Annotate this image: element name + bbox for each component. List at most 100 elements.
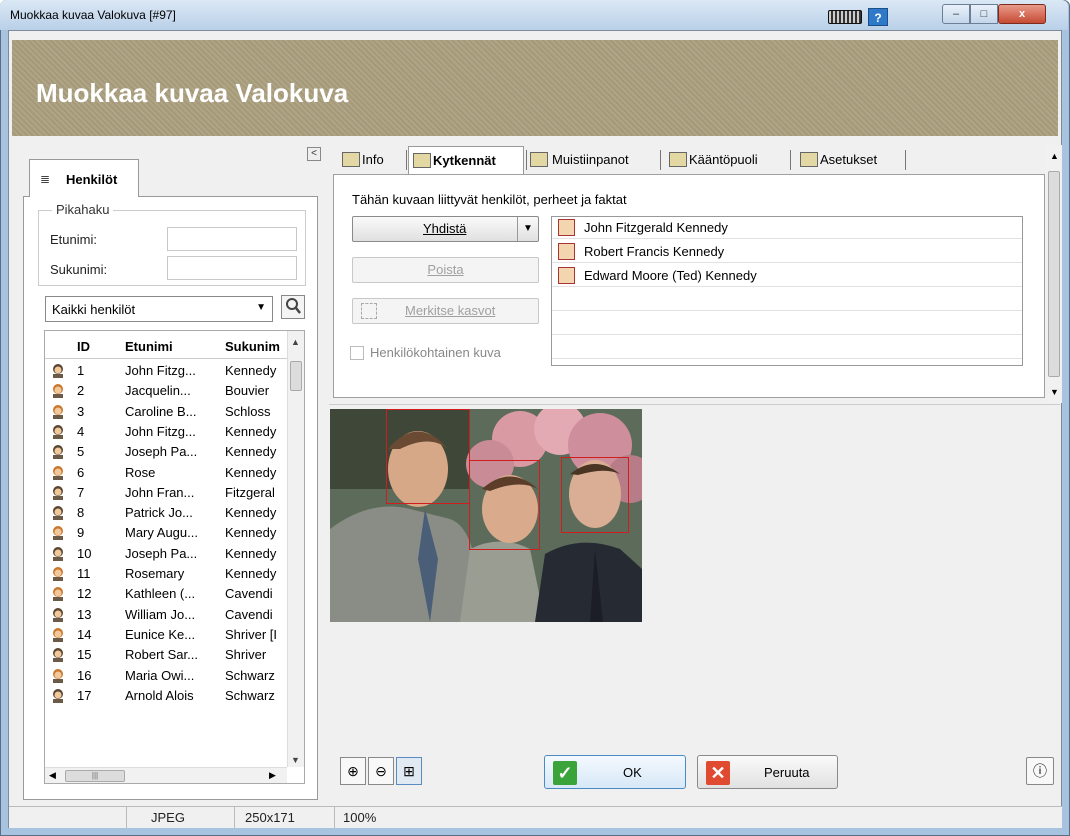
column-header-id[interactable]: ID (77, 339, 90, 354)
scrollbar-thumb[interactable] (1048, 171, 1060, 377)
tab-info[interactable]: Info (338, 146, 404, 174)
female-person-icon (51, 465, 65, 480)
personal-photo-checkbox[interactable] (350, 346, 364, 360)
persons-table-vertical-scrollbar[interactable]: ▲ ▼ (287, 331, 304, 767)
status-bar: JPEG 250x171 100% (9, 806, 1062, 829)
tab-connections[interactable]: Kytkennät (408, 146, 524, 174)
face-box[interactable] (561, 457, 629, 533)
table-cell-first-name: Mary Augu... (125, 525, 198, 541)
connect-button[interactable]: Yhdistä ▼ (352, 216, 539, 242)
scroll-left-icon[interactable]: ◀ (49, 770, 56, 781)
tab-notes[interactable]: Muistiinpanot (528, 146, 658, 174)
empty-list-row (552, 313, 1022, 335)
table-row[interactable]: 5 Joseph Pa... Kennedy (45, 442, 287, 462)
close-button[interactable]: x (998, 4, 1046, 24)
tab-body-scrollbar[interactable]: ▲ ▼ (1046, 145, 1062, 403)
status-dimensions: 250x171 (235, 807, 335, 829)
persons-table-horizontal-scrollbar[interactable]: ◀ ||| ▶ (45, 767, 287, 783)
table-cell-first-name: Eunice Ke... (125, 626, 196, 642)
info-button[interactable]: ⓘ (1026, 757, 1054, 785)
zoom-out-icon: ⊖ (375, 763, 387, 779)
tab-persons-label: Henkilöt (66, 172, 118, 187)
table-row[interactable]: 6 Rose Kennedy (45, 463, 287, 483)
table-cell-id: 5 (77, 444, 85, 460)
table-row[interactable]: 11 Rosemary Kennedy (45, 564, 287, 584)
mark-faces-button[interactable]: Merkitse kasvot (352, 298, 539, 324)
table-row[interactable]: 15 Robert Sar... Shriver (45, 645, 287, 665)
table-row[interactable]: 1 John Fitzg... Kennedy (45, 361, 287, 381)
linked-persons-list: John Fitzgerald Kennedy Robert Francis K… (551, 216, 1023, 366)
scroll-up-icon[interactable]: ▲ (291, 337, 300, 347)
face-box[interactable] (469, 460, 540, 550)
table-cell-id: 14 (77, 626, 92, 642)
table-row[interactable]: 17 Arnold Alois Schwarz (45, 686, 287, 706)
person-icon (558, 267, 575, 284)
female-person-icon (51, 586, 65, 602)
fit-to-window-button[interactable]: ⊞ (396, 757, 422, 785)
cancel-button[interactable]: ✕ Peruuta (697, 755, 838, 789)
table-cell-id: 9 (77, 525, 85, 541)
table-cell-id: 12 (77, 586, 92, 602)
linked-person-name: John Fitzgerald Kennedy (584, 220, 728, 235)
table-cell-id: 10 (77, 545, 92, 561)
table-cell-first-name: Caroline B... (125, 403, 197, 419)
table-cell-id: 7 (77, 484, 85, 500)
search-button[interactable] (281, 295, 305, 319)
tab-connections-label: Kytkennät (433, 153, 496, 168)
table-row[interactable]: 13 William Jo... Cavendi (45, 605, 287, 625)
keyboard-icon[interactable] (828, 10, 862, 24)
tab-back-side[interactable]: Kääntöpuoli (665, 146, 785, 174)
first-name-search-input[interactable] (167, 227, 297, 251)
table-cell-last-name: Fitzgeral (225, 484, 275, 500)
ok-button[interactable]: ✓ OK (544, 755, 686, 789)
zoom-out-button[interactable]: ⊖ (368, 757, 394, 785)
empty-list-row (552, 337, 1022, 359)
table-row[interactable]: 12 Kathleen (... Cavendi (45, 584, 287, 604)
scroll-down-icon[interactable]: ▼ (1050, 387, 1059, 397)
table-row[interactable]: 2 Jacquelin... Bouvier (45, 381, 287, 401)
female-person-icon (51, 627, 65, 642)
person-filter-select[interactable]: Kaikki henkilöt ▼ (45, 296, 273, 322)
column-header-first-name[interactable]: Etunimi (125, 339, 173, 354)
title-bar[interactable]: Muokkaa kuvaa Valokuva [#97] ? – □ x (0, 0, 1068, 30)
list-item[interactable]: Edward Moore (Ted) Kennedy (552, 265, 1022, 287)
list-item[interactable]: John Fitzgerald Kennedy (552, 217, 1022, 239)
table-cell-id: 11 (77, 566, 91, 581)
scrollbar-thumb[interactable] (290, 361, 302, 391)
table-cell-first-name: Arnold Alois (125, 687, 194, 703)
table-row[interactable]: 16 Maria Owi... Schwarz (45, 666, 287, 686)
ok-button-label: OK (623, 765, 642, 780)
list-item[interactable]: Robert Francis Kennedy (552, 241, 1022, 263)
help-icon[interactable]: ? (868, 8, 888, 26)
last-name-search-input[interactable] (167, 256, 297, 280)
chevron-down-icon[interactable]: ▼ (523, 217, 533, 241)
maximize-button[interactable]: □ (970, 4, 998, 24)
table-row[interactable]: 10 Joseph Pa... Kennedy (45, 544, 287, 564)
tab-separator (406, 150, 407, 170)
scroll-right-icon[interactable]: ▶ (269, 770, 276, 781)
table-row[interactable]: 4 John Fitzg... Kennedy (45, 422, 287, 442)
photo[interactable] (330, 409, 642, 622)
tab-settings[interactable]: Asetukset (796, 146, 904, 174)
connect-button-label: Yhdistä (423, 221, 467, 236)
male-person-icon (51, 688, 65, 703)
tab-persons[interactable]: ≣ Henkilöt (29, 159, 139, 197)
table-row[interactable]: 3 Caroline B... Schloss (45, 402, 287, 422)
tab-separator (660, 150, 661, 170)
tab-notes-label: Muistiinpanot (552, 152, 629, 167)
table-row[interactable]: 7 John Fran... Fitzgeral (45, 483, 287, 503)
remove-button[interactable]: Poista (352, 257, 539, 283)
scroll-down-icon[interactable]: ▼ (291, 755, 300, 765)
face-box[interactable] (386, 409, 470, 504)
horizontal-scrollbar-thumb[interactable]: ||| (65, 770, 125, 782)
table-row[interactable]: 14 Eunice Ke... Shriver [I (45, 625, 287, 645)
cancel-button-label: Peruuta (764, 765, 810, 780)
collapse-panel-button[interactable]: < (307, 147, 321, 161)
table-row[interactable]: 8 Patrick Jo... Kennedy (45, 503, 287, 523)
male-person-icon (51, 363, 65, 378)
scroll-up-icon[interactable]: ▲ (1050, 151, 1059, 161)
zoom-in-button[interactable]: ⊕ (340, 757, 366, 785)
table-row[interactable]: 9 Mary Augu... Kennedy (45, 523, 287, 543)
minimize-button[interactable]: – (942, 4, 970, 24)
column-header-last-name[interactable]: Sukunim (225, 339, 280, 354)
